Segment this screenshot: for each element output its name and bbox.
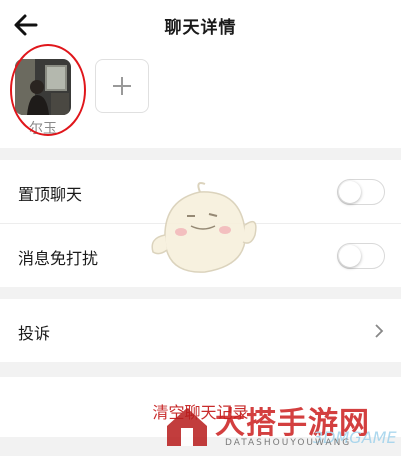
member-section: 尔玉: [0, 48, 401, 148]
report-label: 投诉: [18, 324, 51, 343]
watermark-sub: DATASHOUYOUWANG: [225, 438, 352, 448]
page-title: 聊天详情: [164, 18, 237, 38]
avatar-image: [15, 59, 71, 115]
do-not-disturb-toggle[interactable]: [337, 243, 385, 269]
pin-chat-toggle[interactable]: [337, 179, 385, 205]
clear-history-button[interactable]: 清空聊天记录: [0, 377, 401, 437]
pin-chat-label: 置顶聊天: [18, 185, 83, 204]
member-name: 尔玉: [29, 121, 57, 137]
add-member-button[interactable]: [95, 59, 149, 113]
do-not-disturb-row: 消息免打扰: [0, 224, 401, 287]
do-not-disturb-label: 消息免打扰: [18, 249, 99, 268]
plus-icon: [113, 77, 131, 95]
report-row[interactable]: 投诉: [0, 299, 401, 362]
chevron-right-icon: [375, 324, 384, 338]
toggle-knob: [339, 181, 361, 203]
header-bar: 聊天详情: [0, 0, 401, 48]
clear-history-label: 清空聊天记录: [152, 403, 249, 422]
toggle-knob: [339, 245, 361, 267]
pin-chat-row: 置顶聊天: [0, 160, 401, 223]
member-avatar[interactable]: [15, 59, 71, 115]
